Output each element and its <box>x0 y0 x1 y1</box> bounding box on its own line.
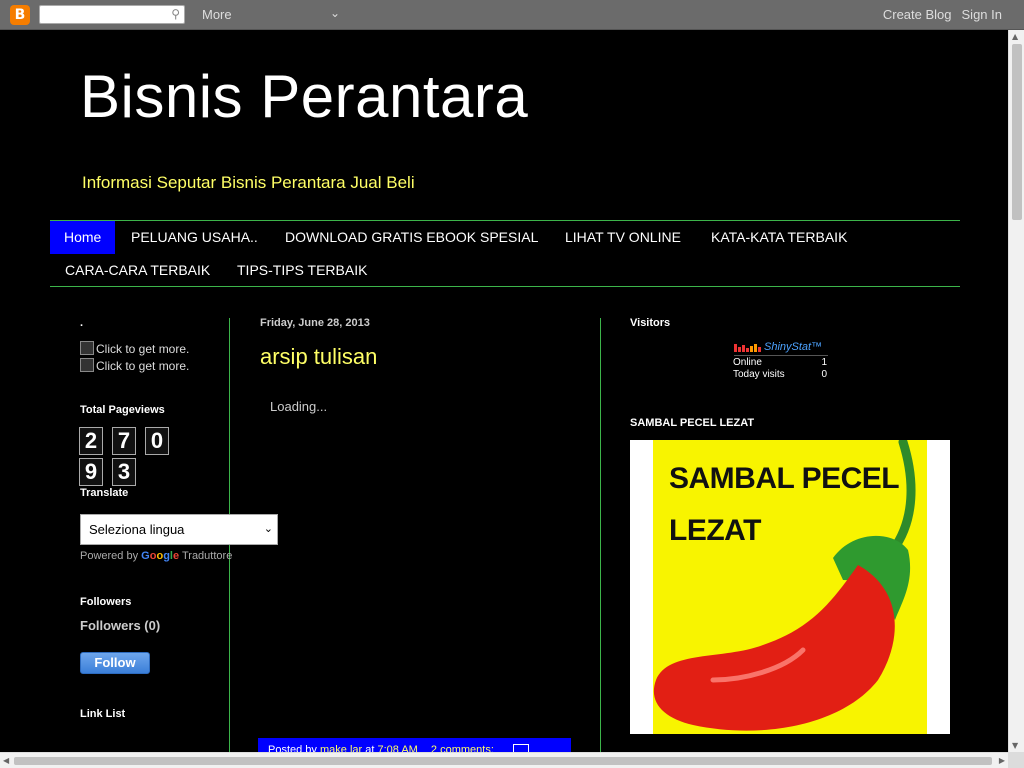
tab-peluang-usaha[interactable]: PELUANG USAHA.. <box>117 221 272 254</box>
pecel-image-frame[interactable]: SAMBAL PECEL LEZAT <box>630 440 950 734</box>
pageview-digit: 9 <box>79 458 103 486</box>
follow-button[interactable]: Follow <box>80 652 150 674</box>
horizontal-scrollbar[interactable]: ◀ ▶ <box>0 752 1008 768</box>
email-icon[interactable] <box>512 744 529 752</box>
pageview-digit: 2 <box>79 427 103 455</box>
scrollbar-thumb[interactable] <box>14 757 992 765</box>
search-icon[interactable]: ⚲ <box>171 7 180 21</box>
chevron-down-icon: ⌄ <box>263 522 273 535</box>
link-list-heading: Link List <box>80 708 126 720</box>
followers-count: Followers (0) <box>80 618 161 633</box>
tab-cara-cara[interactable]: CARA-CARA TERBAIK <box>51 254 224 287</box>
post-footer: Posted by make lar at 7:08 AM 2 comments… <box>258 738 571 752</box>
scrollbar-thumb[interactable] <box>1012 44 1022 220</box>
tab-download-ebook[interactable]: DOWNLOAD GRATIS EBOOK SPESIAL <box>271 221 552 254</box>
comments-link[interactable]: 2 comments: <box>431 744 494 752</box>
loading-text: Loading... <box>270 399 328 414</box>
scroll-up-icon[interactable]: ▲ <box>1012 32 1018 41</box>
divider <box>734 355 828 356</box>
sambal-pecel-image: SAMBAL PECEL LEZAT <box>653 440 927 734</box>
sidebar-dot-heading: . <box>80 317 84 329</box>
pageviews-heading: Total Pageviews <box>80 404 165 416</box>
tab-kata-kata[interactable]: KATA-KATA TERBAIK <box>697 221 861 254</box>
language-select[interactable]: Seleziona lingua ⌄ <box>80 514 278 545</box>
sign-in-link[interactable]: Sign In <box>962 7 1002 22</box>
pageview-digit: 3 <box>112 458 136 486</box>
scroll-right-icon[interactable]: ▶ <box>999 756 1005 765</box>
bar-chart-icon <box>734 344 762 352</box>
powered-by-google[interactable]: Powered by Google Traduttore <box>80 550 232 562</box>
scroll-down-icon[interactable]: ▼ <box>1012 741 1018 750</box>
scroll-left-icon[interactable]: ◀ <box>3 756 9 765</box>
shinystat-logo: ShinyStat™ <box>764 341 823 353</box>
blog-description: Informasi Seputar Bisnis Perantara Jual … <box>82 173 415 192</box>
page-tabs: Home PELUANG USAHA.. DOWNLOAD GRATIS EBO… <box>50 220 960 287</box>
post-author-link[interactable]: make lar <box>320 744 362 752</box>
tab-home[interactable]: Home <box>50 221 116 254</box>
blogger-navbar: B ⚲ More ⌄ Create Blog Sign In <box>0 0 1024 30</box>
broken-image-icon <box>80 341 94 355</box>
tab-tips-tips[interactable]: TIPS-TIPS TERBAIK <box>223 254 381 287</box>
click-more-link[interactable]: Click to get more. <box>80 341 189 356</box>
scrollbar-corner <box>1008 752 1024 768</box>
blog-title[interactable]: Bisnis Perantara <box>80 62 528 131</box>
google-logo: Google <box>141 550 180 562</box>
navbar-right-links: Create Blog Sign In <box>873 7 1002 22</box>
more-dropdown[interactable]: More <box>202 7 232 22</box>
column-divider-right <box>600 318 601 752</box>
chevron-down-icon[interactable]: ⌄ <box>330 6 340 20</box>
pageview-digit: 7 <box>112 427 136 455</box>
pecel-heading: SAMBAL PECEL LEZAT <box>630 417 755 429</box>
online-row: Online 1 <box>733 357 827 368</box>
click-more-link[interactable]: Click to get more. <box>80 358 189 373</box>
tab-lihat-tv[interactable]: LIHAT TV ONLINE <box>551 221 695 254</box>
followers-heading: Followers <box>80 596 132 608</box>
chili-pepper-icon <box>653 440 916 731</box>
create-blog-link[interactable]: Create Blog <box>883 7 952 22</box>
shinystat-counter[interactable]: ShinyStat™ Online 1 Today visits 0 <box>732 340 828 382</box>
blogger-logo-icon[interactable]: B <box>10 5 30 25</box>
pageview-digit: 0 <box>145 427 169 455</box>
post-date: Friday, June 28, 2013 <box>260 317 370 329</box>
post-title[interactable]: arsip tulisan <box>260 344 377 370</box>
broken-image-icon <box>80 358 94 372</box>
today-visits-row: Today visits 0 <box>733 369 827 380</box>
navbar-search-input[interactable]: ⚲ <box>39 5 185 24</box>
post-time-link[interactable]: 7:08 AM <box>377 744 417 752</box>
vertical-scrollbar[interactable]: ▲ ▼ <box>1008 30 1024 752</box>
translate-heading: Translate <box>80 487 129 499</box>
visitors-heading: Visitors <box>630 317 671 329</box>
